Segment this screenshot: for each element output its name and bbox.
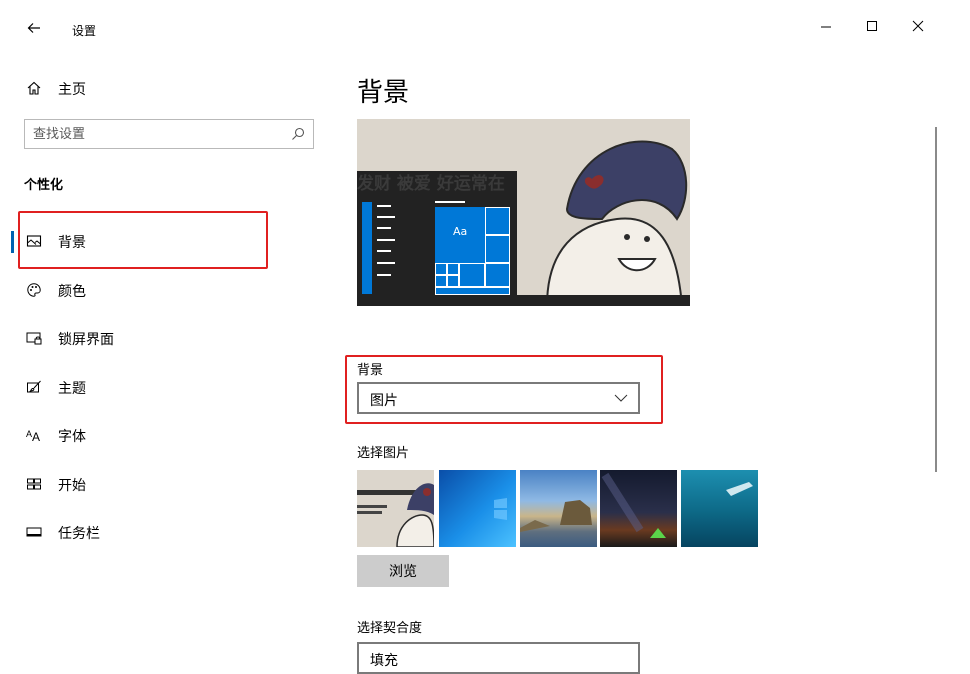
preview-menu-line bbox=[377, 274, 391, 276]
close-icon bbox=[912, 20, 924, 32]
font-icon: A A bbox=[26, 429, 40, 443]
sidebar-item-label: 颜色 bbox=[58, 284, 86, 300]
sidebar-item-fonts[interactable]: A A 字体 bbox=[0, 413, 330, 457]
minimize-icon bbox=[821, 26, 831, 28]
sidebar-item-label: 任务栏 bbox=[58, 526, 100, 542]
sidebar-item-home[interactable]: 主页 bbox=[0, 66, 330, 110]
preview-menu-line bbox=[377, 262, 395, 264]
sidebar-item-label: 主题 bbox=[58, 381, 86, 397]
background-preview: 发财 被爱 好运常在 Aa bbox=[357, 119, 690, 306]
cartoon-thumbnail-picture bbox=[357, 470, 434, 547]
sidebar: 设置 主页 个性化 背景 颜色 bbox=[0, 0, 330, 666]
sidebar-item-label: 锁屏界面 bbox=[58, 332, 114, 348]
annotation-highlight-box bbox=[345, 355, 663, 424]
lock-screen-icon bbox=[26, 332, 42, 345]
thumbnail-cartoon-wallpaper[interactable] bbox=[357, 470, 434, 547]
sidebar-item-colors[interactable]: 颜色 bbox=[0, 268, 330, 312]
sidebar-item-label: 字体 bbox=[58, 429, 86, 445]
minimize-button[interactable] bbox=[803, 12, 849, 40]
dropdown-value: 填充 bbox=[370, 653, 398, 669]
preview-menu-line bbox=[377, 205, 391, 207]
sidebar-item-themes[interactable]: 主题 bbox=[0, 365, 330, 409]
brush-icon bbox=[27, 380, 41, 393]
sidebar-item-taskbar[interactable]: 任务栏 bbox=[0, 510, 330, 554]
preview-menu-line bbox=[435, 201, 465, 203]
page-title: 背景 bbox=[357, 78, 410, 108]
preview-menu-line bbox=[377, 216, 395, 218]
preview-tile bbox=[435, 287, 510, 295]
cartoon-picture bbox=[507, 119, 690, 306]
fit-dropdown[interactable]: 填充 bbox=[357, 642, 640, 674]
close-button[interactable] bbox=[895, 12, 941, 40]
thumbnail-night-sky-tent-wallpaper[interactable] bbox=[600, 470, 677, 547]
preview-tile bbox=[447, 275, 459, 287]
preview-menu-line bbox=[377, 227, 391, 229]
choose-fit-label: 选择契合度 bbox=[357, 621, 423, 636]
windows-logo-icon bbox=[494, 498, 507, 520]
svg-text:A: A bbox=[32, 430, 40, 443]
taskbar-icon bbox=[26, 527, 42, 537]
beach-rocks-picture bbox=[520, 500, 592, 532]
thumbnail-windows-blue-wallpaper[interactable] bbox=[439, 470, 516, 547]
search-box[interactable] bbox=[24, 119, 314, 149]
browse-button[interactable]: 浏览 bbox=[357, 555, 449, 587]
maximize-button[interactable] bbox=[849, 12, 895, 40]
preview-tile bbox=[485, 207, 510, 235]
sidebar-item-label: 开始 bbox=[58, 478, 86, 494]
annotation-highlight-box bbox=[18, 211, 268, 269]
sidebar-item-lock-screen[interactable]: 锁屏界面 bbox=[0, 316, 330, 360]
preview-tile bbox=[485, 235, 510, 263]
underwater-swimmer-picture bbox=[726, 482, 753, 496]
maximize-icon bbox=[867, 21, 877, 31]
sidebar-item-start[interactable]: 开始 bbox=[0, 462, 330, 506]
palette-icon bbox=[27, 283, 41, 297]
selection-indicator bbox=[11, 231, 14, 253]
night-sky-tent-picture bbox=[601, 472, 666, 538]
preview-bottom-strip bbox=[517, 295, 690, 306]
preview-menu-line bbox=[377, 250, 391, 252]
scrollbar[interactable] bbox=[935, 127, 937, 472]
sidebar-item-label: 主页 bbox=[58, 82, 86, 98]
search-input[interactable] bbox=[33, 120, 283, 148]
choose-picture-label: 选择图片 bbox=[357, 446, 410, 461]
section-header: 个性化 bbox=[24, 178, 64, 193]
preview-tile bbox=[435, 263, 447, 275]
search-icon[interactable] bbox=[290, 126, 306, 142]
preview-tile bbox=[447, 263, 459, 275]
home-icon bbox=[27, 81, 41, 95]
preview-tile bbox=[459, 263, 485, 287]
preview-start-menu-bar bbox=[362, 202, 372, 294]
preview-tile-label: Aa bbox=[453, 225, 468, 238]
picture-caption-text: 发财 被爱 好运常在 bbox=[357, 174, 505, 194]
back-arrow-icon[interactable] bbox=[26, 20, 42, 36]
preview-menu-line bbox=[377, 239, 395, 241]
window-title: 设置 bbox=[72, 24, 97, 38]
title-bar: 设置 bbox=[0, 14, 330, 48]
preview-tile-large: Aa bbox=[435, 207, 485, 263]
thumbnail-underwater-swimmer-wallpaper[interactable] bbox=[681, 470, 758, 547]
preview-tile bbox=[485, 263, 510, 287]
thumbnail-beach-rocks-wallpaper[interactable] bbox=[520, 470, 597, 547]
preview-tile bbox=[435, 275, 447, 287]
start-icon bbox=[27, 478, 41, 490]
